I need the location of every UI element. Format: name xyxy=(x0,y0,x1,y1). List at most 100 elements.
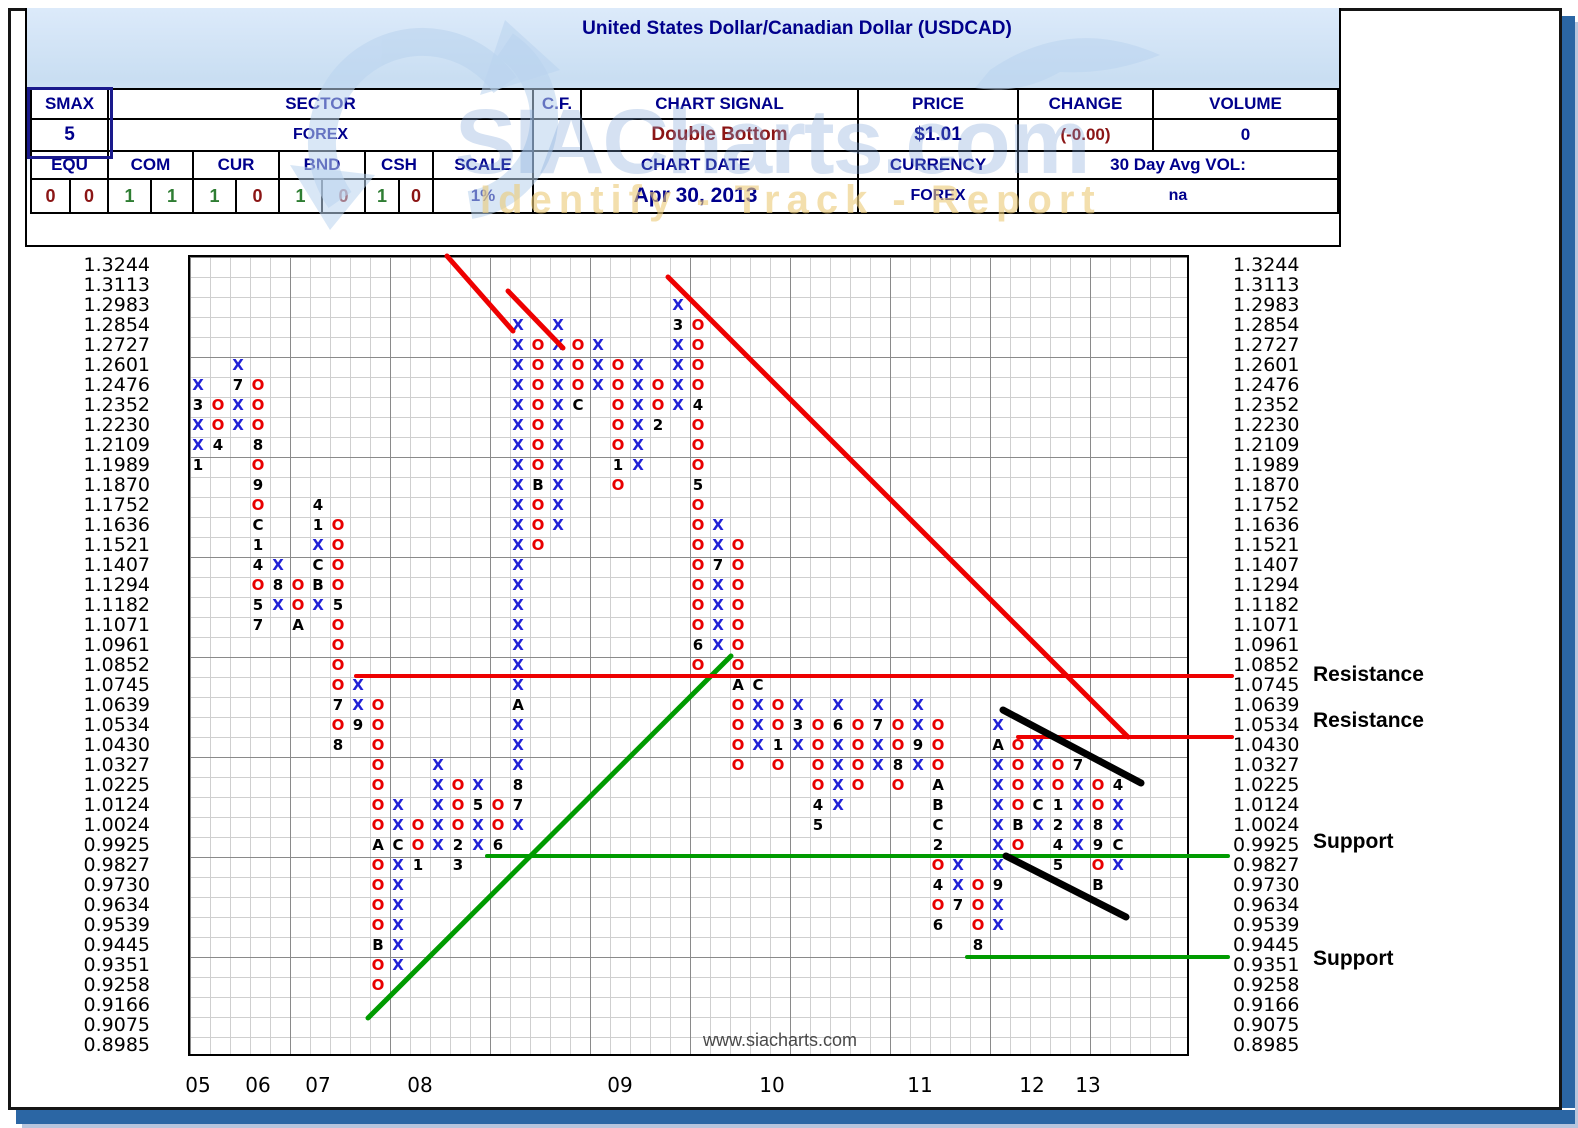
pnf-x: X xyxy=(508,555,528,575)
pnf-o: O xyxy=(568,335,588,355)
pnf-o: O xyxy=(288,575,308,595)
cf-value xyxy=(532,118,582,152)
pnf-x: X xyxy=(388,915,408,935)
price-label-left: 1.1521 xyxy=(50,535,150,555)
pnf-o: O xyxy=(1088,775,1108,795)
price-label-left: 1.1294 xyxy=(50,575,150,595)
price-label-left: 1.0327 xyxy=(50,755,150,775)
pnf-x: X xyxy=(508,675,528,695)
pnf-o: O xyxy=(728,635,748,655)
price-label-left: 1.1636 xyxy=(50,515,150,535)
pnf-o: O xyxy=(1008,735,1028,755)
year-label-07: 07 xyxy=(296,1073,340,1097)
pnf-o: O xyxy=(728,575,748,595)
pnf-x: X xyxy=(508,415,528,435)
price-label-right: 1.2352 xyxy=(1233,395,1299,415)
pnf-o: O xyxy=(528,335,548,355)
pnf-x: X xyxy=(748,695,768,715)
pnf-x: X xyxy=(628,415,648,435)
pnf-o: O xyxy=(488,795,508,815)
pnf-o: O xyxy=(728,695,748,715)
page-title: United States Dollar/Canadian Dollar (US… xyxy=(367,18,1227,40)
pnf-o: O xyxy=(368,955,388,975)
pnf-o: O xyxy=(688,495,708,515)
pnf-month-C: C xyxy=(248,515,268,535)
pnf-o: O xyxy=(248,495,268,515)
volume-value: 0 xyxy=(1152,118,1339,152)
price-label-left: 1.2983 xyxy=(50,295,150,315)
pnf-x: X xyxy=(748,735,768,755)
pnf-o: O xyxy=(848,755,868,775)
pnf-o: O xyxy=(328,675,348,695)
flag-cell-6: 1 xyxy=(278,178,323,214)
price-label-right: 0.9539 xyxy=(1233,915,1299,935)
support-label: Support xyxy=(1313,947,1393,971)
year-label-13: 13 xyxy=(1066,1073,1110,1097)
pnf-month-A: A xyxy=(508,695,528,715)
price-label-right: 1.0225 xyxy=(1233,775,1299,795)
price-label-right: 1.1752 xyxy=(1233,495,1299,515)
pnf-o: O xyxy=(1088,855,1108,875)
pnf-x: X xyxy=(748,715,768,735)
pnf-month-7: 7 xyxy=(868,715,888,735)
pnf-month-4: 4 xyxy=(248,555,268,575)
price-label-right: 0.9634 xyxy=(1233,895,1299,915)
year-label-09: 09 xyxy=(598,1073,642,1097)
pnf-month-2: 2 xyxy=(928,835,948,855)
pnf-x: X xyxy=(1028,815,1048,835)
pnf-x: X xyxy=(228,395,248,415)
pnf-o: O xyxy=(808,715,828,735)
pnf-o: O xyxy=(368,895,388,915)
pnf-o: O xyxy=(368,975,388,995)
pnf-month-C: C xyxy=(928,815,948,835)
pnf-x: X xyxy=(508,715,528,735)
price-label-left: 0.9166 xyxy=(50,995,150,1015)
pnf-x: X xyxy=(468,835,488,855)
price-label-left: 1.0024 xyxy=(50,815,150,835)
pnf-x: X xyxy=(708,635,728,655)
pnf-x: X xyxy=(548,455,568,475)
pnf-x: X xyxy=(948,875,968,895)
price-label-left: 1.3244 xyxy=(50,255,150,275)
price-label-left: 0.9925 xyxy=(50,835,150,855)
pnf-x: X xyxy=(868,735,888,755)
bnd-header: BND xyxy=(278,150,366,180)
pnf-o: O xyxy=(368,715,388,735)
pnf-month-C: C xyxy=(1108,835,1128,855)
pnf-x: X xyxy=(428,815,448,835)
pnf-o: O xyxy=(688,515,708,535)
price-label-right: 1.0534 xyxy=(1233,715,1299,735)
cur-header: CUR xyxy=(192,150,280,180)
pnf-x: X xyxy=(948,855,968,875)
window-edge-bottom-light xyxy=(22,1124,1578,1128)
pnf-o: O xyxy=(688,415,708,435)
pnf-month-5: 5 xyxy=(808,815,828,835)
pnf-x: X xyxy=(548,335,568,355)
change-header: CHANGE xyxy=(1017,88,1154,120)
pnf-o: O xyxy=(728,655,748,675)
pnf-month-8: 8 xyxy=(1088,815,1108,835)
pnf-month-5: 5 xyxy=(248,595,268,615)
price-header: PRICE xyxy=(857,88,1019,120)
sector-header: SECTOR xyxy=(107,88,534,120)
pnf-o: O xyxy=(368,755,388,775)
price-label-left: 1.0745 xyxy=(50,675,150,695)
avgvol-value: na xyxy=(1017,178,1339,214)
price-label-right: 1.0745 xyxy=(1233,675,1299,695)
pnf-x: X xyxy=(508,435,528,455)
price-label-left: 1.2601 xyxy=(50,355,150,375)
pnf-x: X xyxy=(548,395,568,415)
pnf-o: O xyxy=(528,495,548,515)
pnf-month-7: 7 xyxy=(948,895,968,915)
pnf-o: O xyxy=(528,355,548,375)
pnf-x: X xyxy=(268,595,288,615)
pnf-x: X xyxy=(508,375,528,395)
price-label-right: 1.1521 xyxy=(1233,535,1299,555)
pnf-o: O xyxy=(1008,755,1028,775)
price-label-left: 1.0430 xyxy=(50,735,150,755)
pnf-x: X xyxy=(548,435,568,455)
pnf-x: X xyxy=(1028,735,1048,755)
pnf-o: O xyxy=(688,355,708,375)
price-label-right: 1.0327 xyxy=(1233,755,1299,775)
pnf-o: O xyxy=(968,915,988,935)
